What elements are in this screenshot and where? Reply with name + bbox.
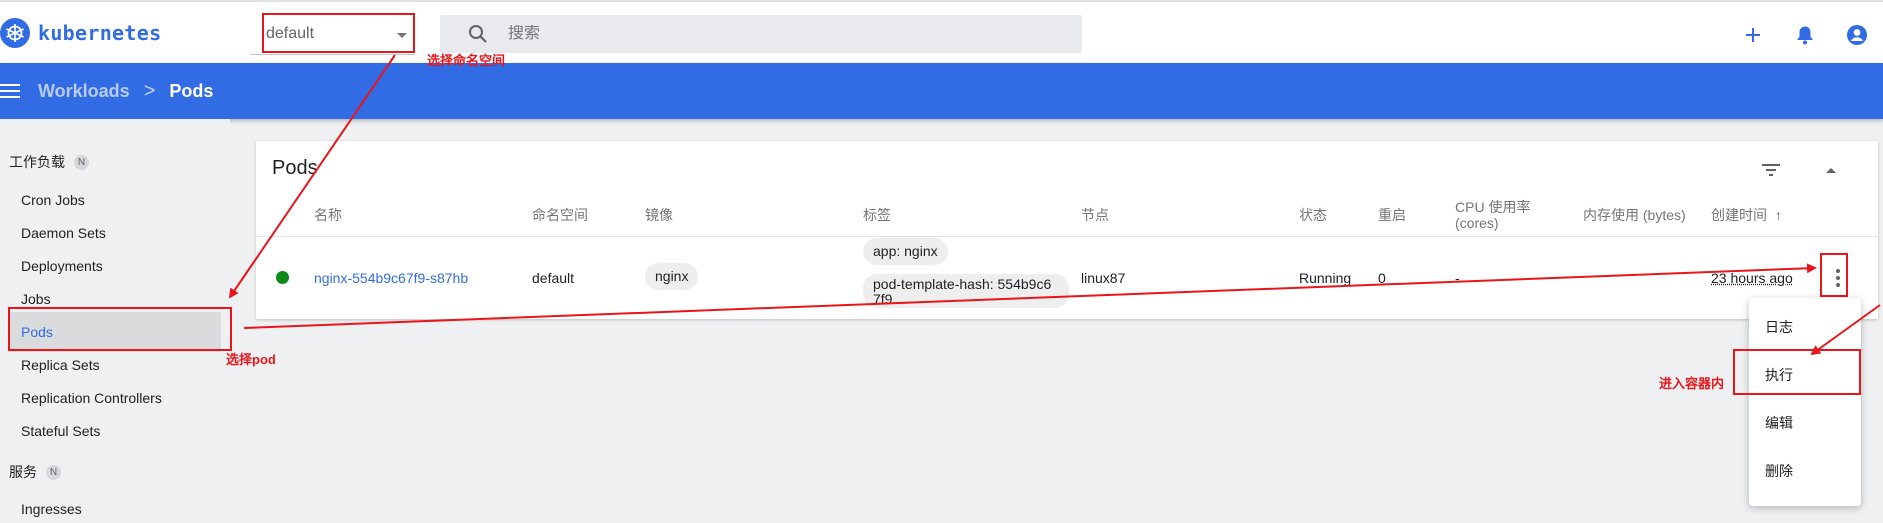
column-header-namespace[interactable]: 命名空间 [532,207,588,223]
column-header-images: 镜像 [645,207,673,223]
card-title: Pods [272,157,318,179]
column-header-restarts[interactable]: 重启 [1378,207,1406,223]
menu-item-label: 删除 [1765,463,1793,479]
sidebar-item-label: Cron Jobs [21,192,85,208]
search-icon [469,25,487,43]
namespaced-badge: N [74,154,89,170]
label-chip: app: nginx [863,238,948,265]
search-input[interactable] [508,25,1068,43]
header-divider [256,236,1878,237]
sidebar-item-stateful-sets[interactable]: Stateful Sets [9,411,221,451]
menu-item-edit[interactable]: 编辑 [1749,403,1861,443]
menu-item-label: 编辑 [1765,415,1793,431]
annotation-box-pods [8,307,232,351]
notifications-button[interactable] [1779,20,1831,50]
annotation-box-exec [1733,349,1861,395]
pods-card: Pods 名称 命名空间 镜像 标签 节点 状态 重启 CPU 使用率 (cor… [256,141,1878,319]
pod-actions-menu: 日志 执行 编辑 删除 [1749,298,1861,506]
annotation-box-namespace [262,13,415,53]
account-icon [1847,25,1867,45]
annotation-label-namespace: 选择命名空间 [427,53,506,68]
column-header-cpu: CPU 使用率 (cores) [1455,199,1531,231]
search-bar[interactable] [440,15,1082,53]
pod-name-link[interactable]: nginx-554b9c67f9-s87hb [314,270,468,286]
pod-restarts: 0 [1378,270,1386,286]
pod-cpu: - [1455,270,1460,286]
status-running-icon [276,271,289,284]
pod-node: linux87 [1081,270,1126,286]
menu-item-logs[interactable]: 日志 [1749,307,1861,347]
namespaced-badge: N [46,464,61,480]
column-header-status[interactable]: 状态 [1299,207,1327,223]
top-actions [1727,20,1883,50]
kubernetes-wheel-icon [0,18,30,48]
annotation-label-exec: 进入容器内 [1659,376,1725,391]
column-header-node[interactable]: 节点 [1081,207,1109,223]
column-header-created-label: 创建时间 [1711,207,1767,223]
sort-arrow-up-icon: ↑ [1774,207,1782,223]
kubernetes-logo[interactable]: kubernetes [0,18,161,48]
sidebar-section-services[interactable]: 服务 N [9,462,61,482]
annotation-box-more [1820,253,1848,297]
sidebar-section-title: 服务 [9,464,37,480]
sidebar-item-label: Replication Controllers [21,390,162,406]
sidebar-item-label: Deployments [21,258,103,274]
column-header-memory: 内存使用 (bytes) [1583,207,1686,223]
account-button[interactable] [1831,20,1883,50]
sidebar-item-label: Daemon Sets [21,225,106,241]
add-icon [1746,28,1760,42]
sidebar-section-title: 工作负载 [9,154,65,170]
filter-button[interactable] [1756,155,1786,185]
column-header-created[interactable]: 创建时间 ↑ [1711,207,1782,223]
breadcrumb-workloads[interactable]: Workloads [38,81,130,102]
caret-up-icon [1826,168,1836,173]
collapse-button[interactable] [1816,155,1846,185]
sidebar-item-ingresses[interactable]: Ingresses [9,489,221,523]
bell-icon [1797,26,1813,45]
logo-wordmark: kubernetes [38,21,162,45]
filter-icon [1762,164,1780,176]
annotation-label-pod: 选择pod [226,352,276,367]
sidebar-item-label: Jobs [21,291,51,307]
sidebar-item-label: Replica Sets [21,357,100,373]
add-button[interactable] [1727,20,1779,50]
hamburger-menu-icon[interactable] [0,84,20,98]
pod-status: Running [1299,270,1352,286]
image-chip: nginx [645,263,699,290]
column-header-name[interactable]: 名称 [314,207,342,223]
breadcrumb-toolbar: Workloads > Pods [0,63,1883,119]
pod-created: 23 hours ago [1711,270,1793,286]
sidebar-item-label: Ingresses [21,501,82,517]
breadcrumb-current: Pods [169,80,214,101]
sidebar-item-label: Stateful Sets [21,423,101,439]
breadcrumb-separator: > [143,79,156,102]
column-header-labels: 标签 [863,207,891,223]
pod-namespace: default [532,270,575,286]
label-chip: pod-template-hash: 554b9c67f9 [863,274,1069,308]
sidebar-section-workloads[interactable]: 工作负载 N [9,152,89,172]
menu-item-label: 日志 [1765,319,1793,335]
menu-item-delete[interactable]: 删除 [1749,451,1861,491]
